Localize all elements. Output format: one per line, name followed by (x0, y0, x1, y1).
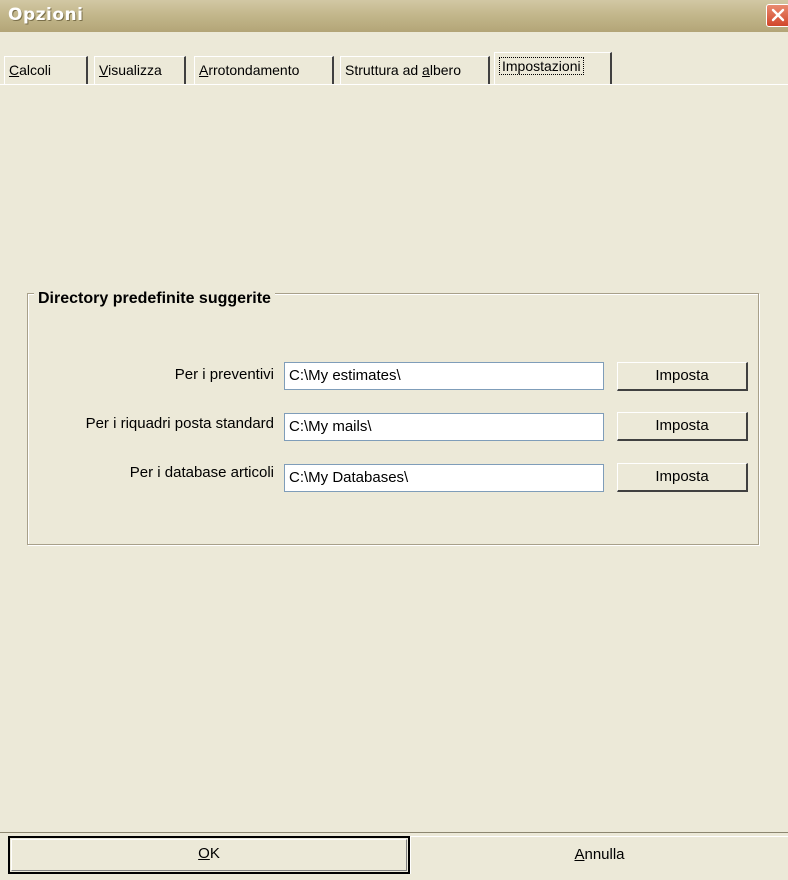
tab-struttura-label: lbero (429, 62, 461, 78)
ok-button-bevel (11, 839, 407, 871)
tab-struttura-mnemonic: a (422, 62, 430, 78)
tab-impostazioni[interactable]: Impostazioni (494, 52, 612, 84)
tab-impostazioni-label: Impostazioni (499, 57, 584, 75)
mails-set-button[interactable]: Imposta (617, 412, 748, 441)
tab-calcoli[interactable]: Calcoli (4, 56, 88, 84)
tab-arrotondamento[interactable]: Arrotondamento (194, 56, 334, 84)
close-button[interactable] (766, 4, 788, 27)
estimates-path-field[interactable]: C:\My estimates\ (284, 362, 604, 390)
group-title: Directory predefinite suggerite (34, 290, 275, 308)
tab-visualizza[interactable]: Visualizza (94, 56, 186, 84)
cancel-label: nnulla (584, 846, 625, 863)
cancel-mnemonic: A (574, 846, 585, 863)
tab-visualizza-label: isualizza (108, 62, 162, 78)
mails-label: Per i riquadri posta standard (85, 415, 274, 432)
tab-arrotondamento-label: rrotondamento (208, 62, 300, 78)
ok-button[interactable]: OK (8, 836, 410, 874)
cancel-button[interactable]: Annulla (410, 836, 788, 874)
close-icon (771, 8, 785, 22)
tab-struttura-prefix: Struttura ad (345, 62, 423, 78)
databases-label: Per i database articoli (129, 464, 274, 481)
databases-set-button[interactable]: Imposta (617, 463, 748, 492)
bottom-separator (0, 832, 788, 833)
estimates-label: Per i preventivi (174, 366, 274, 383)
options-dialog: Opzioni Calcoli Visualizza Arrotondament… (0, 0, 788, 880)
databases-path-field[interactable]: C:\My Databases\ (284, 464, 604, 492)
tab-visualizza-mnemonic: V (99, 62, 109, 78)
estimates-set-button[interactable]: Imposta (617, 362, 748, 391)
tab-arrotondamento-mnemonic: A (199, 62, 209, 78)
tab-page-border (0, 84, 788, 85)
title-bar[interactable]: Opzioni (0, 0, 788, 32)
tab-struttura-ad-albero[interactable]: Struttura ad albero (340, 56, 490, 84)
tab-calcoli-label: alcoli (19, 62, 52, 78)
window-title: Opzioni (8, 5, 84, 25)
tab-calcoli-mnemonic: C (9, 62, 20, 78)
mails-path-field[interactable]: C:\My mails\ (284, 413, 604, 441)
